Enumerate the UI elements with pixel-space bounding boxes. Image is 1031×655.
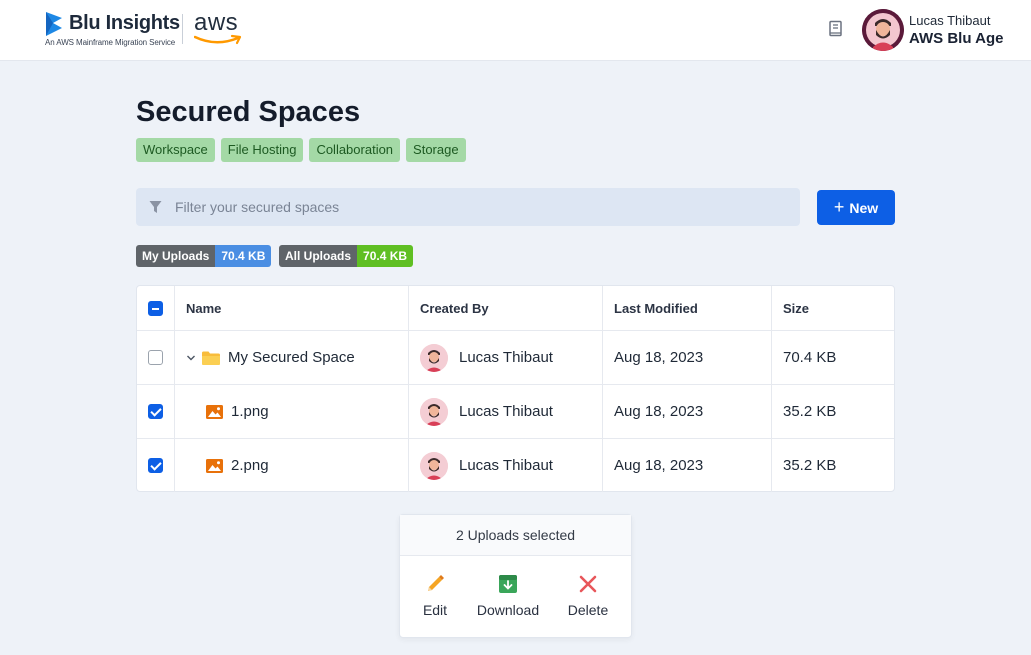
creator-name: Lucas Thibaut [459,349,553,366]
creator-avatar-icon [420,343,448,372]
filter-input[interactable] [175,188,775,226]
blu-insights-logo-icon[interactable] [44,11,64,37]
tag-workspace[interactable]: Workspace [136,138,215,162]
created-by-cell: Lucas Thibaut [409,439,603,492]
plus-icon: + [833,196,845,217]
creator-avatar-icon [420,397,448,426]
name-cell: 1.png [175,385,409,438]
download-button[interactable]: Download [472,573,544,618]
tag-storage[interactable]: Storage [406,138,466,162]
all-uploads-value: 70.4 KB [357,245,414,267]
book-icon[interactable] [828,20,844,38]
brand-name[interactable]: Blu Insights [69,12,180,35]
table-row[interactable]: 2.png Lucas Thibaut Aug 18, 2023 35.2 KB [137,439,894,492]
column-header-name[interactable]: Name [175,286,409,330]
table-header-row: Name Created By Last Modified Size [137,286,894,331]
item-name[interactable]: My Secured Space [228,349,355,366]
filter-icon [149,201,162,213]
column-header-created-by[interactable]: Created By [409,286,603,330]
page-title: Secured Spaces [136,96,361,128]
user-avatar[interactable] [862,9,904,51]
select-all-checkbox[interactable] [148,300,163,316]
download-label: Download [476,602,540,618]
tag-list: Workspace File Hosting Collaboration Sto… [136,138,466,162]
uploads-table: Name Created By Last Modified Size My Se… [136,285,895,492]
pencil-icon [428,575,444,591]
aws-logo-text: aws [194,9,239,36]
new-button-label: New [849,199,879,216]
size-cell: 70.4 KB [783,349,837,366]
created-by-cell: Lucas Thibaut [409,331,603,384]
image-file-icon [206,404,223,419]
item-name[interactable]: 1.png [231,403,269,420]
selection-count: 2 Uploads selected [400,515,631,556]
all-uploads-label: All Uploads [279,245,358,267]
selection-action-bar: 2 Uploads selected Edit Download Delete [399,514,632,638]
column-header-last-modified[interactable]: Last Modified [603,286,772,330]
image-file-icon [206,458,223,473]
created-by-cell: Lucas Thibaut [409,385,603,438]
name-cell: My Secured Space [175,331,409,384]
tag-collaboration[interactable]: Collaboration [309,138,401,162]
close-icon [579,575,597,593]
row-checkbox[interactable] [148,458,163,473]
chevron-down-icon[interactable] [186,353,196,363]
my-uploads-label: My Uploads [136,245,216,267]
top-header: Blu Insights An AWS Mainframe Migration … [0,0,1031,61]
creator-avatar [420,397,448,426]
table-row[interactable]: My Secured Space Lucas Thibaut Aug 18, 2… [137,331,894,385]
row-checkbox[interactable] [148,350,163,365]
delete-label: Delete [567,602,609,618]
aws-smile-icon [194,34,242,45]
table-row[interactable]: 1.png Lucas Thibaut Aug 18, 2023 35.2 KB [137,385,894,439]
brand-tagline: An AWS Mainframe Migration Service [45,38,176,47]
user-name[interactable]: Lucas Thibaut [909,13,990,28]
tag-file-hosting[interactable]: File Hosting [220,138,304,162]
column-header-size[interactable]: Size [772,286,894,330]
creator-name: Lucas Thibaut [459,457,553,474]
row-checkbox[interactable] [148,404,163,419]
download-icon [499,575,517,593]
creator-avatar [420,451,448,480]
my-uploads-badge: My Uploads 70.4 KB [136,245,272,267]
edit-button[interactable]: Edit [414,573,456,618]
name-cell: 2.png [175,439,409,492]
new-button[interactable]: + New [817,190,895,225]
row-checkbox-cell [137,385,175,438]
last-modified-cell: Aug 18, 2023 [603,331,772,384]
size-cell: 35.2 KB [783,457,837,474]
row-checkbox-cell [137,331,175,384]
filter-bar [136,188,800,226]
edit-label: Edit [422,602,448,618]
folder-icon [202,351,220,365]
user-organization[interactable]: AWS Blu Age [909,30,1003,47]
creator-avatar-icon [420,451,448,480]
my-uploads-value: 70.4 KB [215,245,272,267]
last-modified-cell: Aug 18, 2023 [603,439,772,492]
item-name[interactable]: 2.png [231,457,269,474]
logo-divider [182,14,183,44]
all-uploads-badge: All Uploads 70.4 KB [279,245,414,267]
user-avatar-icon [862,9,904,51]
delete-button[interactable]: Delete [562,573,614,618]
size-cell: 35.2 KB [783,403,837,420]
last-modified-cell: Aug 18, 2023 [603,385,772,438]
row-checkbox-cell [137,439,175,492]
creator-avatar [420,343,448,372]
header-checkbox-cell [137,286,175,330]
creator-name: Lucas Thibaut [459,403,553,420]
